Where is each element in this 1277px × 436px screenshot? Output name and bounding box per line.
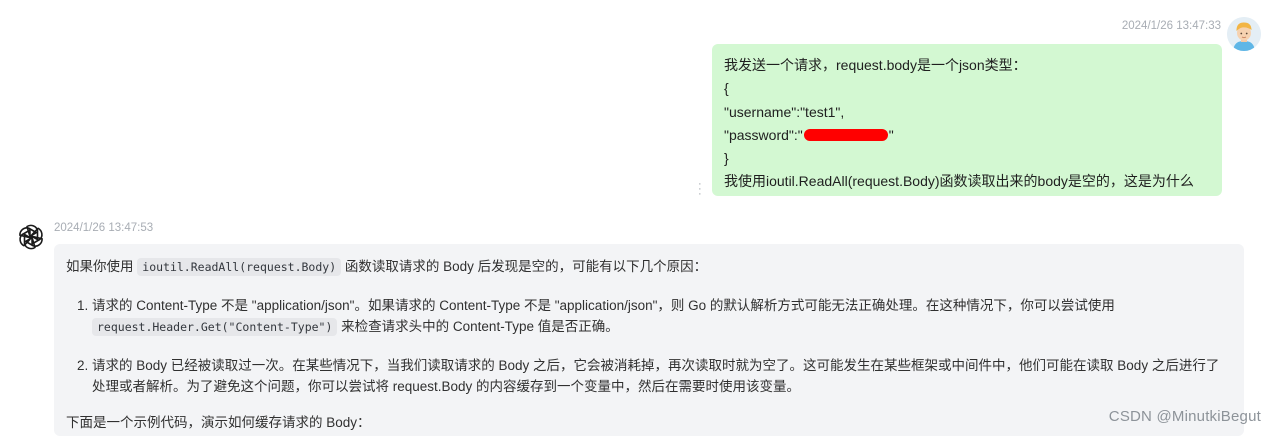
inline-code: request.Header.Get("Content-Type"): [92, 318, 338, 336]
inline-code: ioutil.ReadAll(request.Body): [137, 258, 342, 276]
user-message-password-line: "password":" ": [724, 124, 1210, 147]
list-item-text: 请求的 Content-Type 不是 "application/json"。如…: [92, 298, 1115, 313]
more-vertical-icon[interactable]: · · ·: [698, 179, 704, 200]
user-message-line: {: [724, 80, 729, 97]
user-message-bubble: 我发送一个请求，request.body是一个json类型： { "userna…: [712, 44, 1222, 196]
bot-intro-paragraph: 如果你使用 ioutil.ReadAll(request.Body) 函数读取请…: [66, 256, 1232, 278]
bot-outro-paragraph: 下面是一个示例代码，演示如何缓存请求的 Body：: [66, 415, 371, 430]
list-item: 请求的 Body 已经被读取过一次。在某些情况下，当我们读取请求的 Body 之…: [92, 355, 1232, 397]
user-message-line: 我发送一个请求，request.body是一个json类型：: [724, 57, 1027, 73]
password-close-quote: ": [888, 126, 894, 143]
user-message-line: }: [724, 150, 729, 167]
list-item: 请求的 Content-Type 不是 "application/json"。如…: [92, 295, 1232, 338]
intro-text: 函数读取请求的 Body 后发现是空的，可能有以下几个原因：: [341, 259, 708, 274]
bot-message-bubble: 如果你使用 ioutil.ReadAll(request.Body) 函数读取请…: [54, 244, 1244, 436]
chatgpt-logo-icon: [16, 222, 46, 252]
list-item-text: 请求的 Body 已经被读取过一次。在某些情况下，当我们读取请求的 Body 之…: [92, 358, 1220, 394]
list-item-text: 来检查请求头中的 Content-Type 值是否正确。: [337, 319, 619, 334]
redaction-mark: [803, 128, 888, 141]
watermark: CSDN @MinutkiBegut: [1108, 408, 1261, 425]
intro-text: 如果你使用: [66, 259, 138, 274]
bot-message-timestamp: 2024/1/26 13:47:53: [54, 222, 154, 234]
user-message-line: "username":"test1",: [724, 103, 845, 120]
user-message-timestamp: 2024/1/26 13:47:33: [1121, 20, 1221, 32]
user-avatar-icon[interactable]: [1227, 17, 1261, 51]
reasons-list: 请求的 Content-Type 不是 "application/json"。如…: [66, 295, 1232, 397]
user-message-line: 我使用ioutil.ReadAll(request.Body)函数读取出来的bo…: [724, 173, 1194, 190]
password-key: "password":": [724, 126, 803, 143]
